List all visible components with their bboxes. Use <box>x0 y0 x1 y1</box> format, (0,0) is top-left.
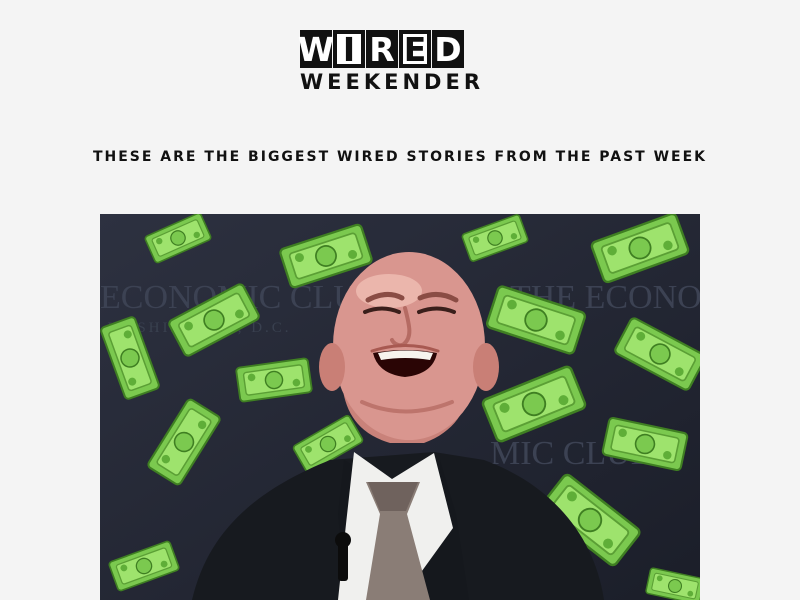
logo-letter-d: D <box>432 30 464 68</box>
logo-letter-i: I <box>333 30 365 68</box>
hero-illustration: ECONOMIC CLUB THE ECONOMIC MIC CLUB WASH… <box>100 214 700 600</box>
weekender-subtitle: WEEKENDER <box>300 70 500 94</box>
wired-wordmark: W I R E D <box>297 29 500 69</box>
newsletter-page: W I R E D WEEKENDER THESE ARE THE BIGGES… <box>0 0 800 600</box>
newsletter-headline: THESE ARE THE BIGGEST WIRED STORIES FROM… <box>92 149 708 165</box>
hero-image[interactable]: ECONOMIC CLUB THE ECONOMIC MIC CLUB WASH… <box>100 214 700 600</box>
logo-letter-r: R <box>366 30 398 68</box>
subtitle-text: WEEKENDER <box>300 70 484 94</box>
logo-letter-w: W <box>297 29 335 69</box>
wired-weekender-logo[interactable]: W I R E D WEEKENDER <box>297 29 500 94</box>
logo-letter-e: E <box>399 30 431 68</box>
